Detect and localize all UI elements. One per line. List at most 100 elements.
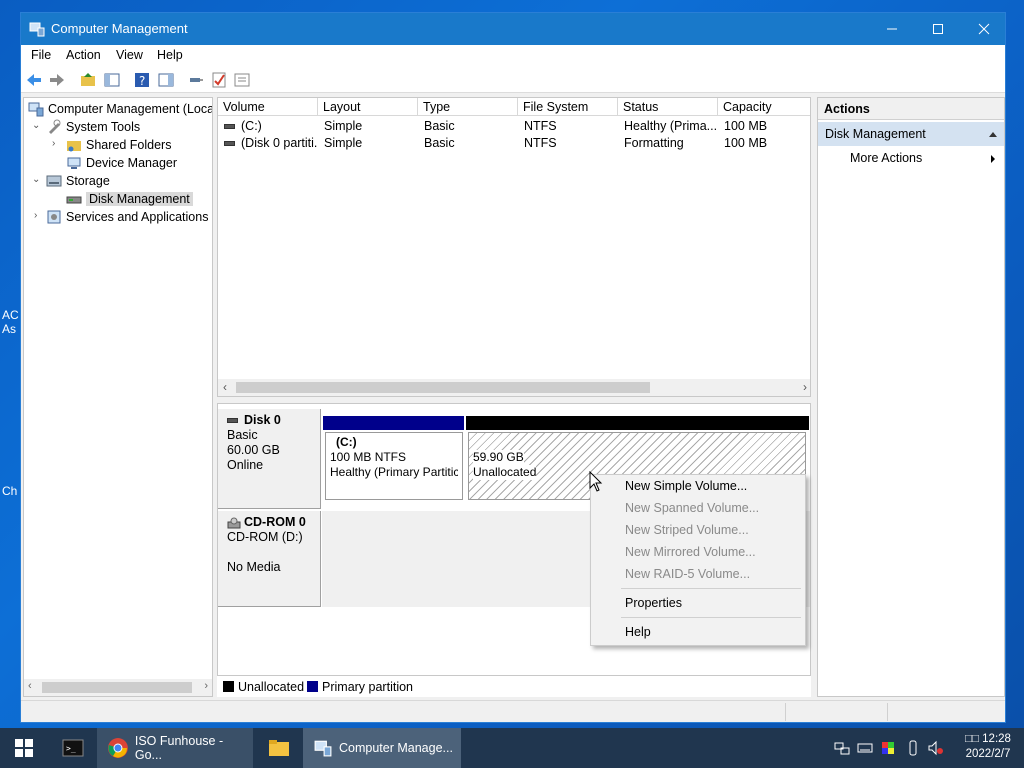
- forward-arrow-icon[interactable]: [48, 71, 66, 89]
- column-header-type[interactable]: Type: [418, 98, 518, 116]
- maximize-button[interactable]: [915, 13, 961, 45]
- taskbar: >_ ISO Funhouse - Go... Computer Manage.…: [0, 728, 1024, 768]
- toolbar: ?: [21, 67, 1005, 93]
- usb-device-icon[interactable]: [905, 740, 921, 756]
- legend: Unallocated Primary partition: [217, 675, 811, 697]
- show-hide-tree-icon[interactable]: [103, 71, 121, 89]
- back-arrow-icon[interactable]: [25, 71, 43, 89]
- tree-system-tools[interactable]: System Tools: [46, 118, 140, 136]
- minimize-icon: [887, 28, 897, 30]
- menu-properties[interactable]: Properties: [625, 596, 682, 610]
- scroll-right-icon[interactable]: ›: [204, 680, 208, 692]
- scroll-right-icon[interactable]: ›: [803, 380, 807, 394]
- taskbar-file-explorer[interactable]: [256, 728, 302, 768]
- menu-action[interactable]: Action: [66, 48, 101, 62]
- keyboard-icon[interactable]: [857, 740, 873, 756]
- expand-arrow-icon[interactable]: ›: [34, 210, 37, 221]
- context-menu: New Simple Volume... New Spanned Volume.…: [590, 474, 806, 646]
- menu-help[interactable]: Help: [157, 48, 183, 62]
- volume-icon: [224, 124, 235, 130]
- start-button[interactable]: [0, 728, 48, 768]
- status-divider: [785, 703, 786, 721]
- tree-storage[interactable]: Storage: [46, 172, 110, 190]
- cell-layout: Simple: [324, 136, 363, 150]
- cell-status: Healthy (Prima...: [624, 119, 718, 133]
- actions-pane: Actions Disk Management More Actions: [817, 97, 1005, 697]
- cdrom-name: CD-ROM 0: [244, 515, 306, 529]
- up-folder-icon[interactable]: [79, 71, 97, 89]
- tree-label: System Tools: [66, 120, 141, 134]
- scroll-left-icon[interactable]: ‹: [28, 680, 32, 692]
- cell-type: Basic: [424, 136, 455, 150]
- scroll-thumb[interactable]: [236, 382, 650, 393]
- cell-layout: Simple: [324, 119, 363, 133]
- expand-arrow-icon[interactable]: ›: [52, 138, 55, 149]
- menu-view[interactable]: View: [116, 48, 143, 62]
- status-bar: [21, 700, 1005, 722]
- submenu-arrow-icon: [991, 155, 995, 163]
- actions-section-label: Disk Management: [825, 127, 926, 141]
- window-title: Computer Management: [51, 21, 188, 36]
- tree-label: Shared Folders: [86, 138, 172, 152]
- column-header-file-system[interactable]: File System: [518, 98, 618, 116]
- tree-disk-management[interactable]: Disk Management: [66, 190, 193, 208]
- disk0-label[interactable]: Disk 0 Basic 60.00 GB Online: [218, 409, 321, 509]
- partition-status: Healthy (Primary Partitic: [330, 465, 458, 479]
- scroll-thumb[interactable]: [42, 682, 192, 693]
- shared-folder-icon: [67, 141, 81, 152]
- clock[interactable]: □□ 12:28 2022/2/7: [958, 732, 1018, 762]
- clock-ampm: □□: [965, 733, 979, 745]
- more-actions[interactable]: More Actions: [850, 151, 922, 165]
- help-icon[interactable]: ?: [133, 71, 151, 89]
- minimize-button[interactable]: [869, 13, 915, 45]
- column-header-capacity[interactable]: Capacity: [718, 98, 810, 116]
- tree-shared-folders[interactable]: Shared Folders: [66, 136, 171, 154]
- collapse-arrow-icon[interactable]: ⌄: [32, 174, 40, 185]
- tree-label: Disk Management: [86, 192, 193, 206]
- tree-label: Services and Applications: [66, 210, 209, 224]
- speaker-muted-icon[interactable]: [928, 740, 944, 756]
- cell-capacity: 100 MB: [724, 119, 768, 133]
- tree-horizontal-scrollbar[interactable]: ‹ ›: [24, 679, 212, 696]
- partition-c[interactable]: (C:) 100 MB NTFS Healthy (Primary Partit…: [325, 432, 463, 500]
- action-pane-icon[interactable]: [157, 71, 175, 89]
- tree-root[interactable]: Computer Management (Local: [28, 100, 212, 118]
- legend-unallocated: Unallocated: [238, 680, 305, 694]
- legend-primary: Primary partition: [322, 680, 413, 694]
- taskbar-terminal[interactable]: >_: [50, 728, 96, 768]
- network-icon[interactable]: [834, 740, 850, 756]
- cdrom0-label[interactable]: CD-ROM 0 CD-ROM (D:) No Media: [218, 511, 321, 607]
- device-manager-icon: [67, 157, 81, 169]
- scroll-left-icon[interactable]: ‹: [223, 380, 227, 394]
- cell-status: Formatting: [624, 136, 684, 150]
- taskbar-computer-management[interactable]: Computer Manage...: [303, 728, 461, 768]
- connect-icon[interactable]: [187, 71, 205, 89]
- column-header-status[interactable]: Status: [618, 98, 718, 116]
- cdrom-drive: CD-ROM (D:): [227, 530, 303, 544]
- taskbar-chrome[interactable]: ISO Funhouse - Go...: [97, 728, 253, 768]
- computer-management-icon: [28, 102, 44, 117]
- menu-separator: [621, 588, 801, 589]
- column-header-layout[interactable]: Layout: [318, 98, 418, 116]
- collapse-arrow-icon[interactable]: ⌄: [32, 120, 40, 131]
- checklist-icon[interactable]: [210, 71, 228, 89]
- volume-list-horizontal-scrollbar[interactable]: ‹ ›: [218, 379, 810, 396]
- status-divider: [887, 703, 888, 721]
- column-header-volume[interactable]: Volume: [218, 98, 318, 116]
- menu-help-item[interactable]: Help: [625, 625, 651, 639]
- color-app-icon[interactable]: [880, 740, 896, 756]
- desktop-icon-label: AC: [2, 308, 19, 322]
- more-actions-label: More Actions: [850, 151, 923, 165]
- cell-type: Basic: [424, 119, 455, 133]
- actions-section-disk-management[interactable]: Disk Management: [818, 122, 1004, 146]
- cell-file-system: NTFS: [524, 136, 557, 150]
- menu-new-simple-volume[interactable]: New Simple Volume...: [625, 479, 747, 493]
- menu-file[interactable]: File: [31, 48, 51, 62]
- tree-label: Storage: [66, 174, 110, 188]
- tree-device-manager[interactable]: Device Manager: [66, 154, 177, 172]
- properties-icon[interactable]: [233, 71, 251, 89]
- close-button[interactable]: [961, 13, 1007, 45]
- desktop-icon-label: As: [2, 322, 17, 336]
- title-bar[interactable]: Computer Management: [21, 13, 1005, 45]
- tree-services[interactable]: Services and Applications: [46, 208, 208, 226]
